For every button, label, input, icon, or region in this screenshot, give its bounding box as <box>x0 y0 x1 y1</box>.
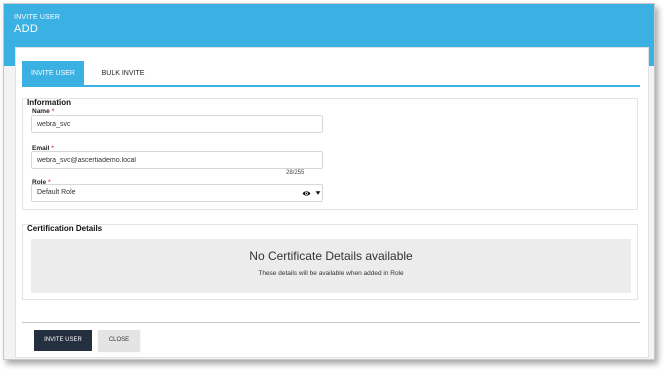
tab-bar: INVITE USER BULK INVITE <box>22 61 640 87</box>
email-char-counter: 28/255 <box>286 170 305 176</box>
caret-down-icon[interactable] <box>315 190 321 196</box>
name-label-text: Name <box>32 108 50 115</box>
role-select[interactable]: Default Role <box>31 184 323 202</box>
information-section: Information Name* Email* 28/255 Role* De… <box>22 98 638 210</box>
breadcrumb: INVITE USER <box>14 14 61 21</box>
name-label: Name * <box>32 108 54 115</box>
empty-state-title: No Certificate Details available <box>249 249 413 263</box>
dialog-window: INVITE USER ADD INVITE USER BULK INVITE … <box>3 3 655 360</box>
email-input[interactable] <box>31 151 323 169</box>
name-input[interactable] <box>31 115 323 133</box>
empty-state-subtitle: These details will be available when add… <box>258 270 404 277</box>
page-title: ADD <box>14 23 39 35</box>
tab-invite-user[interactable]: INVITE USER <box>22 61 84 87</box>
footer-divider <box>22 322 640 323</box>
certification-heading: Certification Details <box>27 224 103 233</box>
role-selected-value: Default Role <box>37 189 76 196</box>
name-required-mark: * <box>51 108 55 115</box>
tab-bulk-invite[interactable]: BULK INVITE <box>92 61 154 87</box>
information-heading: Information <box>27 98 71 107</box>
empty-state-panel: No Certificate Details available These d… <box>31 239 631 293</box>
invite-user-button[interactable]: INVITE USER <box>34 330 92 351</box>
close-button[interactable]: CLOSE <box>98 330 140 351</box>
eye-icon[interactable] <box>302 189 311 198</box>
certification-section: Certification Details No Certificate Det… <box>22 224 638 300</box>
form-card: INVITE USER BULK INVITE Information Name… <box>15 47 649 358</box>
